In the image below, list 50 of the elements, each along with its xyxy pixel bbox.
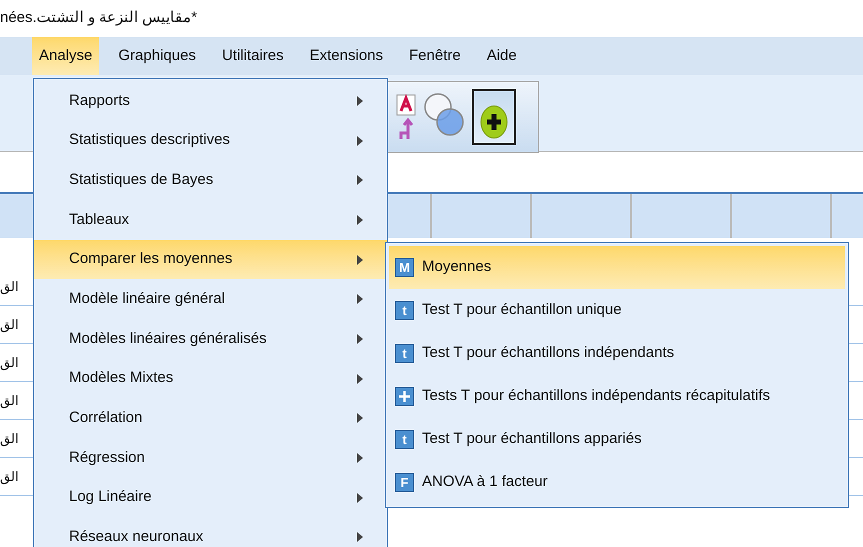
add-toolbar-button[interactable] [472, 89, 516, 145]
menu-item-icon: t [395, 344, 414, 363]
row-label: الق [0, 354, 20, 372]
submenu-arrow-icon [357, 374, 363, 384]
menu-item[interactable]: Statistiques de Bayes [34, 160, 387, 200]
menu-item[interactable]: t Test T pour échantillons indépendants [389, 332, 845, 375]
row-label: الق [0, 278, 20, 296]
menu-item[interactable]: Modèles linéaires généralisés [34, 319, 387, 359]
plus-circle-icon [480, 105, 508, 139]
row-label: الق [0, 468, 20, 486]
submenu-arrow-icon [357, 136, 363, 146]
menu-bar-item[interactable]: Utilitaires [214, 37, 291, 75]
menu-bar-item[interactable]: Analyse [32, 37, 100, 75]
menu-item-icon: t [395, 301, 414, 320]
row-label: الق [0, 392, 20, 410]
menu-bar-item[interactable]: Aide [480, 37, 524, 75]
submenu-arrow-icon [357, 294, 363, 304]
menu-item-icon: F [395, 473, 414, 492]
menu-item[interactable]: Statistiques descriptives [34, 120, 387, 160]
submenu-arrow-icon [357, 532, 363, 542]
submenu-arrow-icon [357, 214, 363, 225]
menu-item[interactable]: Modèles Mixtes [34, 358, 387, 398]
menu-item[interactable]: Tests T pour échantillons indépendants récapitulatifs [389, 375, 845, 418]
menu-bar-item[interactable]: Fenêtre [402, 37, 468, 75]
menu-item[interactable]: Régression [34, 438, 387, 478]
submenu-arrow-icon [357, 492, 363, 503]
menu-item-icon: M [395, 258, 414, 277]
menu-item[interactable]: Comparer les moyennes [34, 240, 387, 280]
submenu-arrow-icon [357, 96, 363, 106]
menu-item[interactable]: t Test T pour échantillon unique [389, 289, 845, 332]
submenu-arrow-icon [357, 254, 363, 265]
menu-item[interactable]: Réseaux neuronaux [34, 518, 387, 547]
menu-item[interactable]: F ANOVA à 1 facteur [389, 461, 845, 504]
window-title: *مقاييس النزعة و التشتت.nées [0, 8, 198, 28]
menu-item[interactable]: Corrélation [34, 398, 387, 438]
submenu-arrow-icon [357, 413, 363, 424]
plus-icon [395, 387, 414, 406]
submenu-arrow-icon [357, 175, 363, 186]
menu-item[interactable]: Log Linéaire [34, 478, 387, 518]
menu-item[interactable]: t Test T pour échantillons appariés [389, 418, 845, 461]
menu-item[interactable]: M Moyennes [389, 246, 845, 289]
menu-bar-item[interactable]: Graphiques [111, 37, 203, 75]
menu-item[interactable]: Rapports [34, 81, 387, 121]
row-label: الق [0, 316, 20, 334]
submenu-arrow-icon [357, 334, 363, 344]
submenu-arrow-icon [357, 453, 363, 464]
menu-item[interactable]: Modèle linéaire général [34, 279, 387, 320]
row-label: الق [0, 430, 20, 448]
menu-bar-item[interactable]: Extensions [302, 37, 390, 75]
menu-item-icon: t [395, 430, 414, 449]
